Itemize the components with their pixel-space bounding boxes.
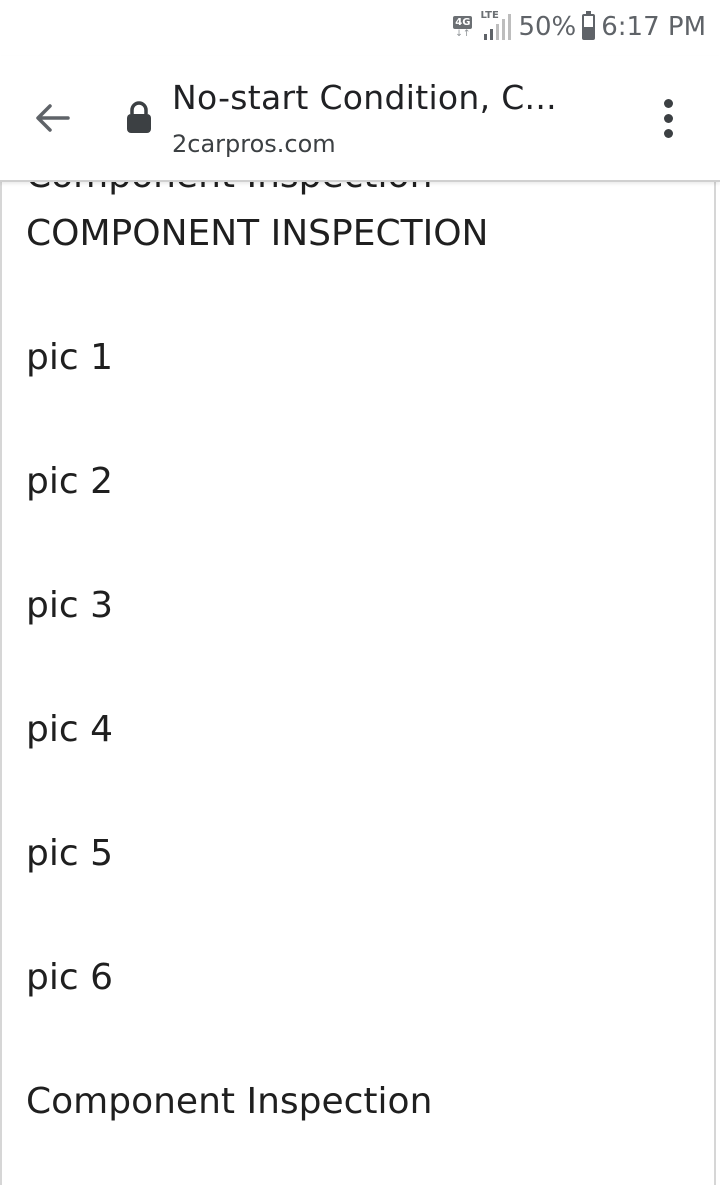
more-vert-dot (663, 128, 673, 138)
data-arrows-icon: ↓↑ (455, 28, 471, 39)
more-options-button[interactable] (648, 94, 688, 142)
page-content: Component Inspection COMPONENT INSPECTIO… (0, 181, 716, 1185)
section-heading: COMPONENT INSPECTION (26, 213, 489, 254)
page-title[interactable]: No-start Condition, C... (172, 78, 602, 117)
component-inspection-heading: Component Inspection (26, 1081, 433, 1122)
back-button[interactable] (28, 94, 76, 142)
signal-strength-icon: LTE (480, 10, 512, 42)
status-icons: 4G ↓↑ LTE 50% 6:17 PM (453, 10, 706, 44)
partial-heading: Component Inspection (26, 181, 432, 196)
page-domain[interactable]: 2carpros.com (172, 130, 336, 158)
battery-percent: 50% (518, 12, 577, 42)
battery-fill (584, 27, 594, 38)
pic-link[interactable]: pic 6 (26, 957, 113, 998)
browser-toolbar: No-start Condition, C... 2carpros.com (0, 56, 720, 182)
network-label: 4G (453, 15, 473, 29)
more-vert-icon (663, 98, 673, 108)
pic-link[interactable]: pic 2 (26, 461, 113, 502)
lock-icon[interactable] (124, 100, 154, 134)
back-arrow-icon (36, 104, 70, 132)
network-4g-icon: 4G ↓↑ (453, 15, 473, 39)
lte-label: LTE (480, 10, 499, 21)
pic-link[interactable]: pic 1 (26, 337, 113, 378)
battery-icon (582, 11, 596, 40)
pic-link[interactable]: pic 3 (26, 585, 113, 626)
more-vert-dot (663, 113, 673, 123)
pic-link[interactable]: pic 4 (26, 709, 113, 750)
status-bar: 4G ↓↑ LTE 50% 6:17 PM (0, 0, 720, 56)
pic-link[interactable]: pic 5 (26, 833, 113, 874)
clock: 6:17 PM (601, 12, 706, 42)
